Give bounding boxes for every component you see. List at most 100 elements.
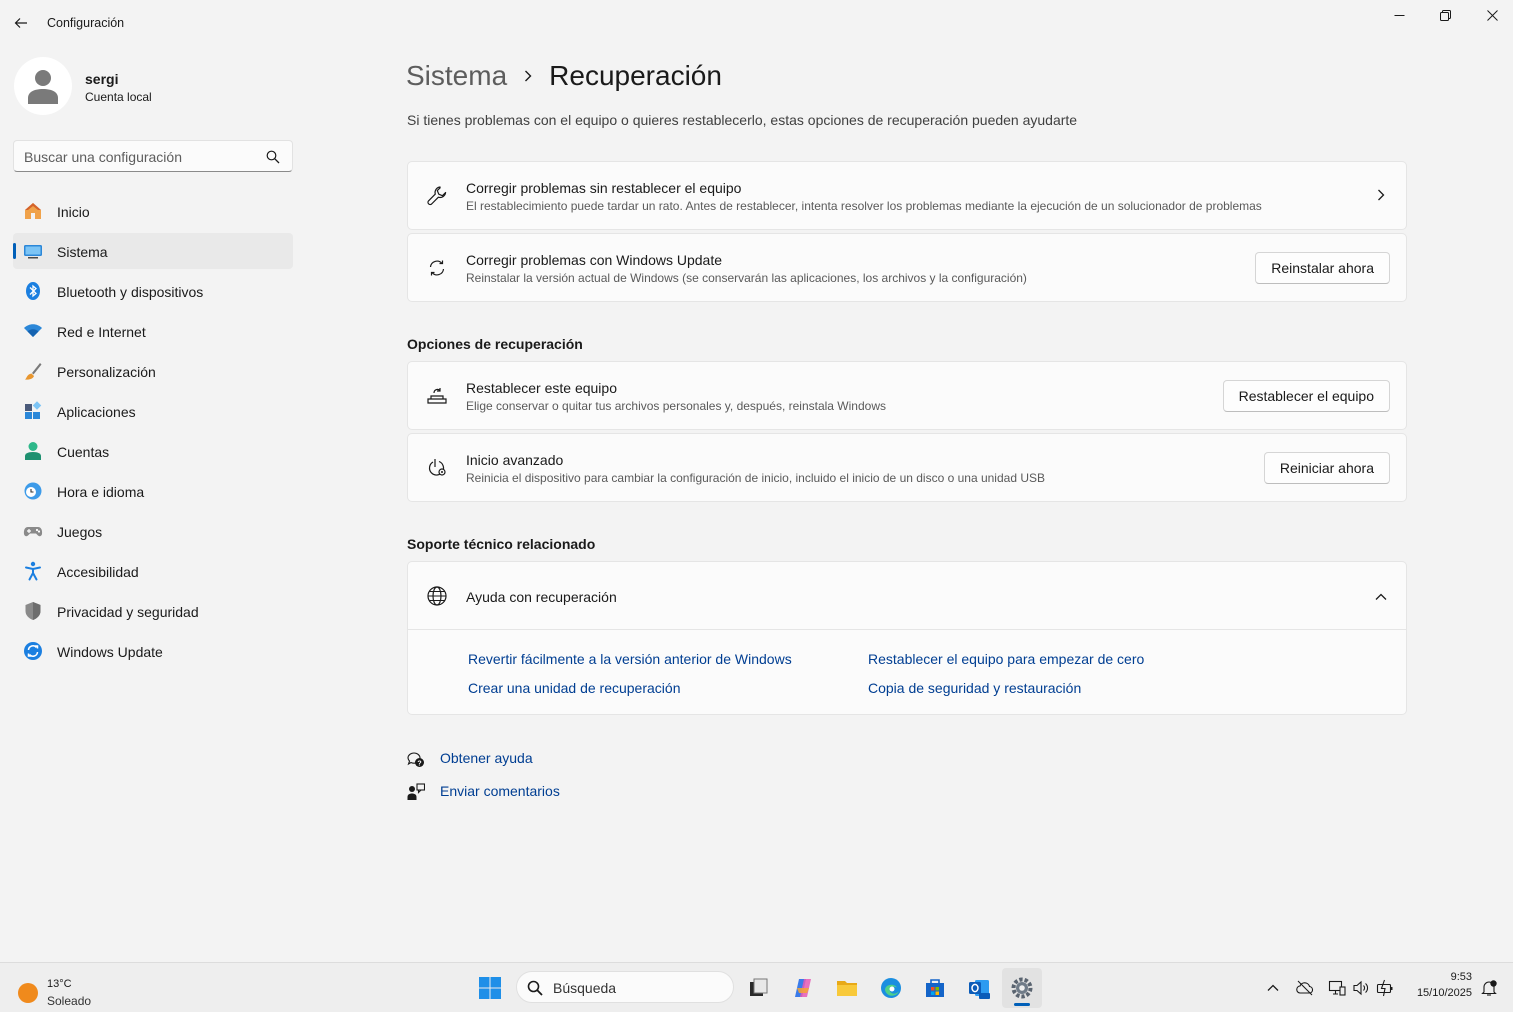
task-view-button[interactable] bbox=[738, 968, 778, 1008]
network-tray-button[interactable] bbox=[1327, 978, 1347, 998]
clock-globe-icon bbox=[23, 481, 43, 501]
revert-windows-link[interactable]: Revertir fácilmente a la versión anterio… bbox=[468, 651, 792, 667]
bluetooth-icon bbox=[23, 281, 43, 301]
svg-text:?: ? bbox=[417, 760, 421, 767]
troubleshoot-card[interactable]: Corregir problemas sin restablecer el eq… bbox=[407, 161, 1407, 230]
avatar bbox=[14, 57, 72, 115]
brush-icon bbox=[23, 361, 43, 381]
close-button[interactable] bbox=[1469, 0, 1513, 30]
user-name: sergi bbox=[85, 71, 119, 87]
notification-bell-icon bbox=[1481, 980, 1497, 996]
recovery-help-title: Ayuda con recuperación bbox=[466, 589, 617, 605]
weather-widget[interactable]: 13°C Soleado bbox=[16, 971, 136, 1008]
reset-pc-icon bbox=[426, 385, 448, 407]
related-support-heading: Soporte técnico relacionado bbox=[407, 536, 596, 552]
sidebar-item-aplicaciones[interactable]: Aplicaciones bbox=[13, 393, 293, 429]
file-explorer-button[interactable] bbox=[827, 968, 867, 1008]
sidebar-item-label: Cuentas bbox=[57, 444, 110, 460]
backup-restore-link[interactable]: Copia de seguridad y restauración bbox=[868, 680, 1081, 696]
sync-icon bbox=[426, 257, 448, 279]
sidebar-item-red[interactable]: Red e Internet bbox=[13, 313, 293, 349]
search-input[interactable] bbox=[24, 147, 264, 167]
search-icon[interactable] bbox=[266, 150, 280, 164]
show-hidden-icons-button[interactable] bbox=[1263, 978, 1283, 998]
minimize-icon bbox=[1394, 14, 1404, 16]
recovery-options-heading: Opciones de recuperación bbox=[407, 336, 583, 352]
taskbar-clock[interactable]: 9:53 15/10/2025 bbox=[1398, 971, 1472, 999]
file-explorer-icon bbox=[837, 981, 857, 996]
title-bar: Configuración bbox=[0, 0, 1513, 46]
sidebar-nav: Inicio Sistema Bluetooth y dispositivos … bbox=[13, 193, 293, 673]
user-silhouette-icon bbox=[28, 70, 58, 104]
sidebar-item-label: Sistema bbox=[57, 244, 108, 260]
task-view-icon bbox=[750, 978, 768, 996]
reset-fresh-start-link[interactable]: Restablecer el equipo para empezar de ce… bbox=[868, 651, 1144, 667]
card-title: Corregir problemas sin restablecer el eq… bbox=[466, 180, 742, 196]
home-icon bbox=[23, 201, 43, 221]
accessibility-icon bbox=[23, 561, 43, 581]
sidebar-item-sistema[interactable]: Sistema bbox=[13, 233, 293, 269]
sidebar-item-accesibilidad[interactable]: Accesibilidad bbox=[13, 553, 293, 589]
wifi-icon bbox=[23, 321, 43, 341]
windows-update-fix-card: Corregir problemas con Windows Update Re… bbox=[407, 233, 1407, 302]
back-button[interactable] bbox=[10, 12, 32, 34]
sidebar-item-inicio[interactable]: Inicio bbox=[13, 193, 293, 229]
cloud-offline-icon bbox=[1296, 980, 1314, 996]
globe-icon bbox=[426, 585, 448, 607]
card-description: El restablecimiento puede tardar un rato… bbox=[466, 199, 1262, 213]
reset-pc-button[interactable]: Restablecer el equipo bbox=[1222, 380, 1390, 412]
settings-search[interactable] bbox=[13, 140, 293, 172]
create-recovery-drive-link[interactable]: Crear una unidad de recuperación bbox=[468, 680, 680, 696]
notifications-button[interactable] bbox=[1479, 978, 1499, 998]
card-description: Reinstalar la versión actual de Windows … bbox=[466, 271, 1027, 285]
store-button[interactable] bbox=[915, 968, 955, 1008]
chevron-right-icon bbox=[523, 69, 533, 83]
advanced-startup-icon bbox=[426, 457, 448, 479]
sidebar-item-bluetooth[interactable]: Bluetooth y dispositivos bbox=[13, 273, 293, 309]
card-title: Corregir problemas con Windows Update bbox=[466, 252, 722, 268]
copilot-icon bbox=[795, 979, 811, 997]
sidebar-item-juegos[interactable]: Juegos bbox=[13, 513, 293, 549]
feedback-icon bbox=[407, 783, 425, 800]
sidebar-item-label: Red e Internet bbox=[57, 324, 146, 340]
settings-icon bbox=[1011, 977, 1033, 999]
outlook-icon bbox=[969, 980, 990, 999]
sunny-icon bbox=[18, 983, 38, 1003]
restore-button[interactable] bbox=[1422, 0, 1468, 30]
sidebar-item-label: Accesibilidad bbox=[57, 564, 139, 580]
volume-tray-button[interactable] bbox=[1351, 978, 1371, 998]
sidebar-item-label: Juegos bbox=[57, 524, 103, 540]
copilot-button[interactable] bbox=[783, 968, 823, 1008]
battery-tray-button[interactable] bbox=[1375, 978, 1395, 998]
chevron-right-icon bbox=[1378, 189, 1385, 201]
start-button[interactable] bbox=[470, 968, 510, 1008]
sidebar-item-label: Windows Update bbox=[57, 644, 163, 660]
sidebar-item-cuentas[interactable]: Cuentas bbox=[13, 433, 293, 469]
store-icon bbox=[926, 979, 944, 997]
sidebar-item-personalizacion[interactable]: Personalización bbox=[13, 353, 293, 389]
recovery-help-header[interactable]: Ayuda con recuperación bbox=[408, 562, 1406, 630]
sidebar-item-windows-update[interactable]: Windows Update bbox=[13, 633, 293, 669]
outlook-button[interactable] bbox=[959, 968, 999, 1008]
reset-pc-card: Restablecer este equipo Elige conservar … bbox=[407, 361, 1407, 430]
sidebar-item-privacidad[interactable]: Privacidad y seguridad bbox=[13, 593, 293, 629]
chevron-up-icon[interactable] bbox=[1374, 590, 1388, 604]
settings-taskbar-button[interactable] bbox=[1002, 968, 1042, 1008]
weather-description: Soleado bbox=[47, 994, 92, 1008]
wrench-icon bbox=[426, 185, 448, 207]
edge-button[interactable] bbox=[871, 968, 911, 1008]
app-title: Configuración bbox=[47, 16, 125, 30]
restart-now-button[interactable]: Reiniciar ahora bbox=[1263, 452, 1390, 484]
apps-icon bbox=[23, 401, 43, 421]
sidebar-item-label: Privacidad y seguridad bbox=[57, 604, 199, 620]
sidebar-item-label: Bluetooth y dispositivos bbox=[57, 284, 204, 300]
reinstall-now-button[interactable]: Reinstalar ahora bbox=[1255, 252, 1390, 284]
onedrive-tray-button[interactable] bbox=[1295, 978, 1315, 998]
back-arrow-icon bbox=[14, 18, 27, 28]
send-feedback-label: Enviar comentarios bbox=[440, 783, 560, 799]
taskbar-search[interactable]: Búsqueda bbox=[516, 971, 734, 1003]
close-icon bbox=[1486, 9, 1498, 21]
breadcrumb-parent[interactable]: Sistema bbox=[406, 60, 507, 92]
minimize-button[interactable] bbox=[1376, 0, 1422, 30]
sidebar-item-hora[interactable]: Hora e idioma bbox=[13, 473, 293, 509]
